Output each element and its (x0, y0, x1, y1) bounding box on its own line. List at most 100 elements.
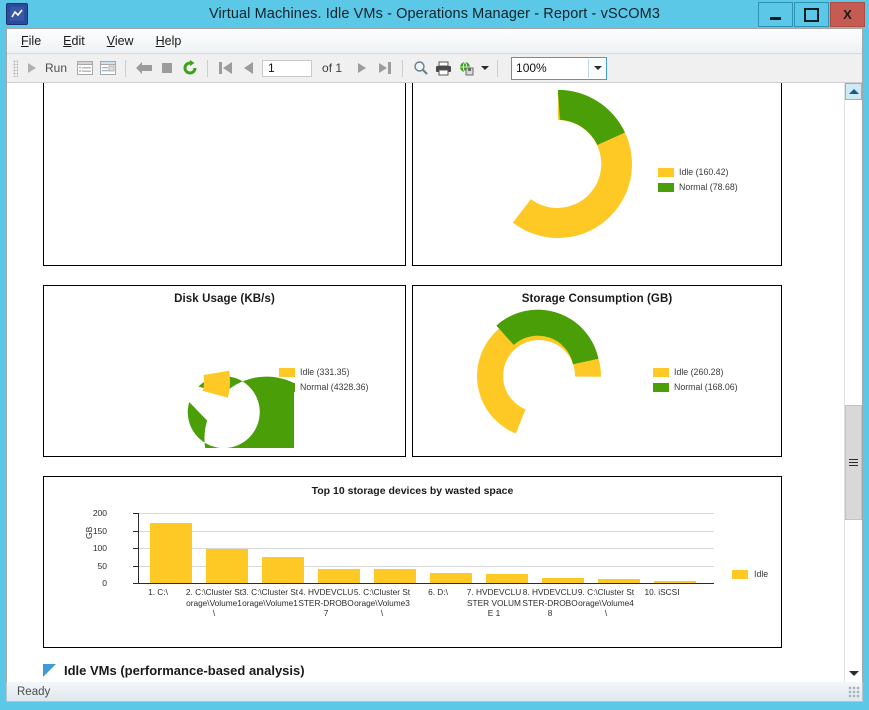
storage-consumption-donut-chart (477, 309, 602, 434)
menu-item-file[interactable]: File (21, 34, 41, 48)
previous-page-icon[interactable] (239, 59, 258, 78)
scroll-up-button[interactable] (845, 83, 862, 100)
idle-vms-section: Idle VMs (performance-based analysis) Vi… (43, 663, 799, 682)
bar-1 (150, 523, 192, 583)
legend-label: Normal (4328.36) (300, 382, 369, 392)
legend-swatch-idle (279, 368, 295, 377)
status-text: Ready (17, 685, 51, 698)
y-axis-tick: 0 (102, 578, 107, 588)
x-axis-tick-label: 1. C:\ (148, 587, 168, 597)
legend-label: Normal (78.68) (679, 182, 738, 192)
menu-bar: File Edit View Help (7, 29, 862, 54)
legend-label: Idle (260.28) (674, 367, 724, 377)
last-page-icon[interactable] (375, 59, 394, 78)
legend-swatch-idle (658, 168, 674, 177)
x-axis-tick-label: 7. HVDEVCLUSTER VOLUME 1 (466, 587, 522, 618)
x-axis-tick-label: 5. C:\Cluster Storage\Volume3\ (353, 587, 411, 618)
report-chart-icon (6, 3, 28, 25)
report-canvas: Idle (160.42) Normal (78.68) Disk Usage … (7, 83, 844, 682)
x-axis-tick-label: 6. D:\ (428, 587, 448, 597)
status-bar: Ready (6, 682, 863, 702)
parameters-icon[interactable] (75, 59, 94, 78)
menu-item-help[interactable]: Help (156, 34, 182, 48)
run-icon[interactable] (22, 59, 41, 78)
legend-swatch-normal (658, 183, 674, 192)
legend-item: Normal (78.68) (658, 181, 738, 194)
x-axis-line (138, 583, 714, 584)
document-map-icon[interactable] (98, 59, 117, 78)
legend-label: Idle (160.42) (679, 167, 729, 177)
disk-usage-chart-title: Disk Usage (KB/s) (174, 293, 275, 305)
find-icon[interactable] (411, 59, 430, 78)
menu-item-view[interactable]: View (107, 34, 134, 48)
x-axis-tick-label: 4. HVDEVCLUSTER-DROBO7 (298, 587, 354, 618)
toolbar-separator (402, 59, 404, 77)
title-bar: Virtual Machines. Idle VMs - Operations … (0, 0, 869, 28)
bar-6 (430, 573, 472, 583)
disk-usage-legend: Idle (331.35) Normal (4328.36) (279, 366, 368, 396)
next-page-icon[interactable] (352, 59, 371, 78)
section-header: Idle VMs (performance-based analysis) (43, 663, 799, 678)
storage-consumption-legend: Idle (260.28) Normal (168.06) (653, 366, 738, 396)
panel-disk-usage: Disk Usage (KB/s) Idle (331.35) Normal (… (43, 285, 406, 457)
bar-4 (318, 569, 360, 583)
bar-7 (486, 574, 528, 583)
legend-swatch-normal (279, 383, 295, 392)
scrollbar-track[interactable] (845, 100, 862, 665)
bar-2 (206, 548, 248, 583)
bar-chart-legend: Idle (732, 569, 768, 579)
application-window: Virtual Machines. Idle VMs - Operations … (0, 0, 869, 710)
report-scroll-region: Idle (160.42) Normal (78.68) Disk Usage … (7, 83, 862, 682)
first-page-icon[interactable] (216, 59, 235, 78)
close-button[interactable]: X (830, 2, 865, 27)
zoom-value[interactable]: 100% (512, 61, 588, 75)
back-icon[interactable] (134, 59, 153, 78)
scroll-down-button[interactable] (845, 665, 862, 682)
x-axis-tick-label: 3. C:\Cluster Storage\Volume1 (241, 587, 299, 608)
legend-swatch-idle (732, 569, 748, 579)
print-icon[interactable] (434, 59, 453, 78)
x-axis-tick-label: 10. iSCSI (644, 587, 680, 597)
bar-3 (262, 557, 304, 583)
legend-item: Idle (160.42) (658, 166, 738, 179)
menu-item-edit[interactable]: Edit (63, 34, 85, 48)
collapse-triangle-icon[interactable] (43, 664, 56, 677)
legend-swatch-normal (653, 383, 669, 392)
toolbar: Run 1 of 1 100% (7, 54, 862, 83)
export-icon[interactable] (457, 59, 476, 78)
legend-swatch-idle (653, 368, 669, 377)
stop-icon[interactable] (157, 59, 176, 78)
resize-grip[interactable] (848, 685, 860, 698)
y-axis-tick: 100 (92, 543, 107, 553)
export-dropdown-icon[interactable] (481, 66, 490, 70)
legend-item: Normal (168.06) (653, 381, 738, 394)
window-bottom-frame (0, 702, 869, 710)
y-axis-tick: 50 (97, 560, 107, 571)
toolbar-separator (497, 59, 499, 77)
top-right-donut-legend: Idle (160.42) Normal (78.68) (658, 166, 738, 196)
panel-top-10-wasted-space: Top 10 storage devices by wasted space 2… (43, 476, 782, 648)
x-axis-tick-label: 8. HVDEVCLUSTER-DROBO8 (522, 587, 578, 618)
client-area: File Edit View Help Run 1 of 1 100% Idle… (6, 28, 863, 682)
page-count-label: of 1 (322, 61, 343, 75)
toolbar-grip[interactable] (13, 59, 18, 77)
legend-label: Normal (168.06) (674, 382, 738, 392)
window-controls: X (758, 2, 865, 27)
bar-chart-title: Top 10 storage devices by wasted space (311, 485, 514, 497)
toolbar-separator (207, 59, 209, 77)
minimize-button[interactable] (758, 2, 793, 27)
zoom-combobox[interactable]: 100% (511, 56, 608, 80)
legend-item: Idle (260.28) (653, 366, 738, 379)
window-title: Virtual Machines. Idle VMs - Operations … (208, 6, 661, 22)
y-axis-line (138, 513, 139, 583)
scrollbar-thumb[interactable] (845, 405, 862, 521)
zoom-dropdown-icon[interactable] (588, 58, 607, 78)
section-title: Idle VMs (performance-based analysis) (64, 663, 305, 678)
run-button-label[interactable]: Run (45, 61, 67, 75)
refresh-icon[interactable] (180, 59, 199, 78)
panel-memory-usage (43, 83, 406, 266)
panel-storage-consumption: Storage Consumption (GB) Idle (260.28) N… (412, 285, 782, 457)
maximize-button[interactable] (794, 2, 829, 27)
vertical-scrollbar[interactable] (844, 83, 862, 682)
page-number-input[interactable]: 1 (262, 59, 313, 77)
